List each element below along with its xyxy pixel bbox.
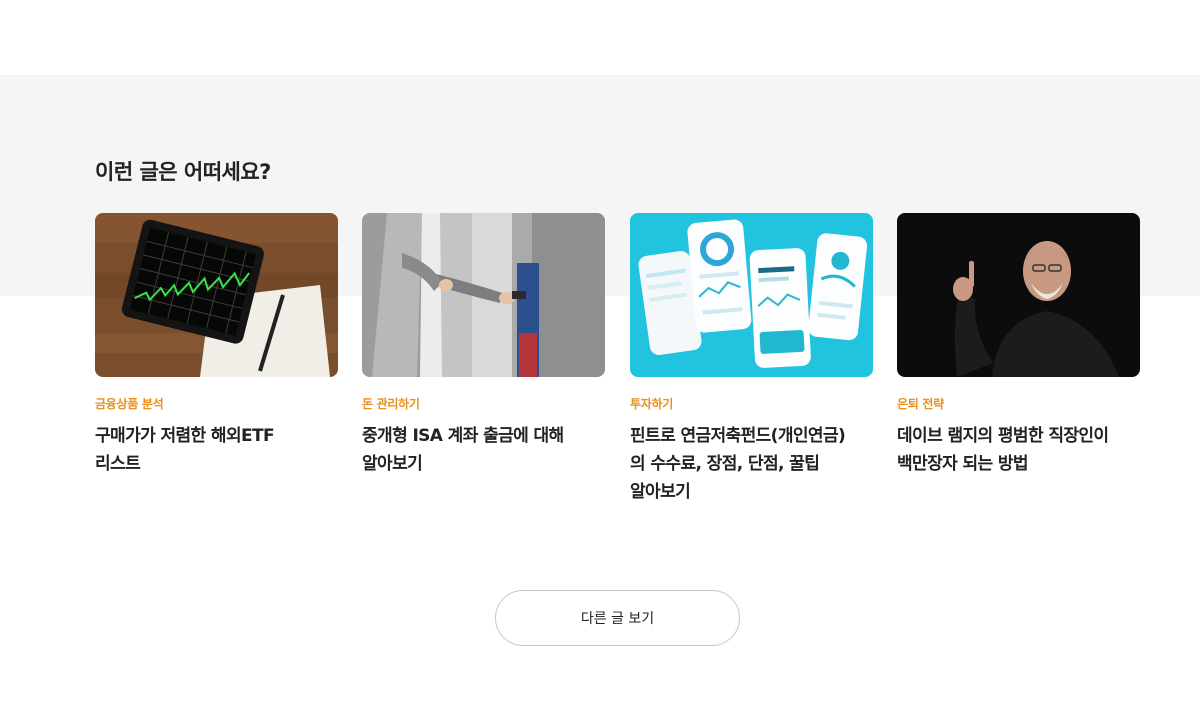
article-card[interactable]: 돈 관리하기 중개형 ISA 계좌 출금에 대해 알아보기 xyxy=(362,213,605,478)
atm-withdrawal-image xyxy=(362,213,605,377)
article-card-list: 금융상품 분석 구매가가 저렴한 해외ETF 리스트 돈 관리하기 중개형 IS… xyxy=(95,213,1140,513)
article-title-line: 의 수수료, 장점, 단점, 꿀팁 xyxy=(630,454,820,474)
article-category: 투자하기 xyxy=(630,397,673,411)
article-title[interactable]: 데이브 램지의 평범한 직장인이 백만장자 되는 방법 xyxy=(897,422,1140,478)
article-title-line: 백만장자 되는 방법 xyxy=(897,454,1029,474)
article-title-line: 핀트로 연금저축펀드(개인연금) xyxy=(630,426,846,446)
article-title-line: 리스트 xyxy=(95,454,141,474)
section-title: 이런 글은 어떠세요? xyxy=(95,160,271,184)
more-articles-button[interactable]: 다른 글 보기 xyxy=(495,590,740,646)
article-category: 금융상품 분석 xyxy=(95,397,164,411)
article-card[interactable]: 투자하기 핀트로 연금저축펀드(개인연금) 의 수수료, 장점, 단점, 꿀팁 … xyxy=(630,213,873,506)
article-thumbnail-app-phones[interactable] xyxy=(630,213,873,377)
article-title-line: 구매가가 저렴한 해외ETF xyxy=(95,426,275,446)
article-title-line: 알아보기 xyxy=(630,482,691,502)
article-category: 은퇴 전략 xyxy=(897,397,944,411)
article-thumbnail-tablet-chart[interactable] xyxy=(95,213,338,377)
article-title[interactable]: 핀트로 연금저축펀드(개인연금) 의 수수료, 장점, 단점, 꿀팁 알아보기 xyxy=(630,422,873,506)
article-thumbnail-atm[interactable] xyxy=(362,213,605,377)
article-title-line: 알아보기 xyxy=(362,454,423,474)
speaker-image xyxy=(897,213,1140,377)
article-card[interactable]: 금융상품 분석 구매가가 저렴한 해외ETF 리스트 xyxy=(95,213,338,478)
article-title[interactable]: 중개형 ISA 계좌 출금에 대해 알아보기 xyxy=(362,422,605,478)
phone-app-image xyxy=(630,213,873,377)
article-thumbnail-speaker[interactable] xyxy=(897,213,1140,377)
article-card[interactable]: 은퇴 전략 데이브 램지의 평범한 직장인이 백만장자 되는 방법 xyxy=(897,213,1140,478)
tablet-chart-image xyxy=(95,213,338,377)
article-title-line: 데이브 램지의 평범한 직장인이 xyxy=(897,426,1109,446)
article-title[interactable]: 구매가가 저렴한 해외ETF 리스트 xyxy=(95,422,338,478)
article-title-line: 중개형 ISA 계좌 출금에 대해 xyxy=(362,426,564,446)
article-category: 돈 관리하기 xyxy=(362,397,420,411)
